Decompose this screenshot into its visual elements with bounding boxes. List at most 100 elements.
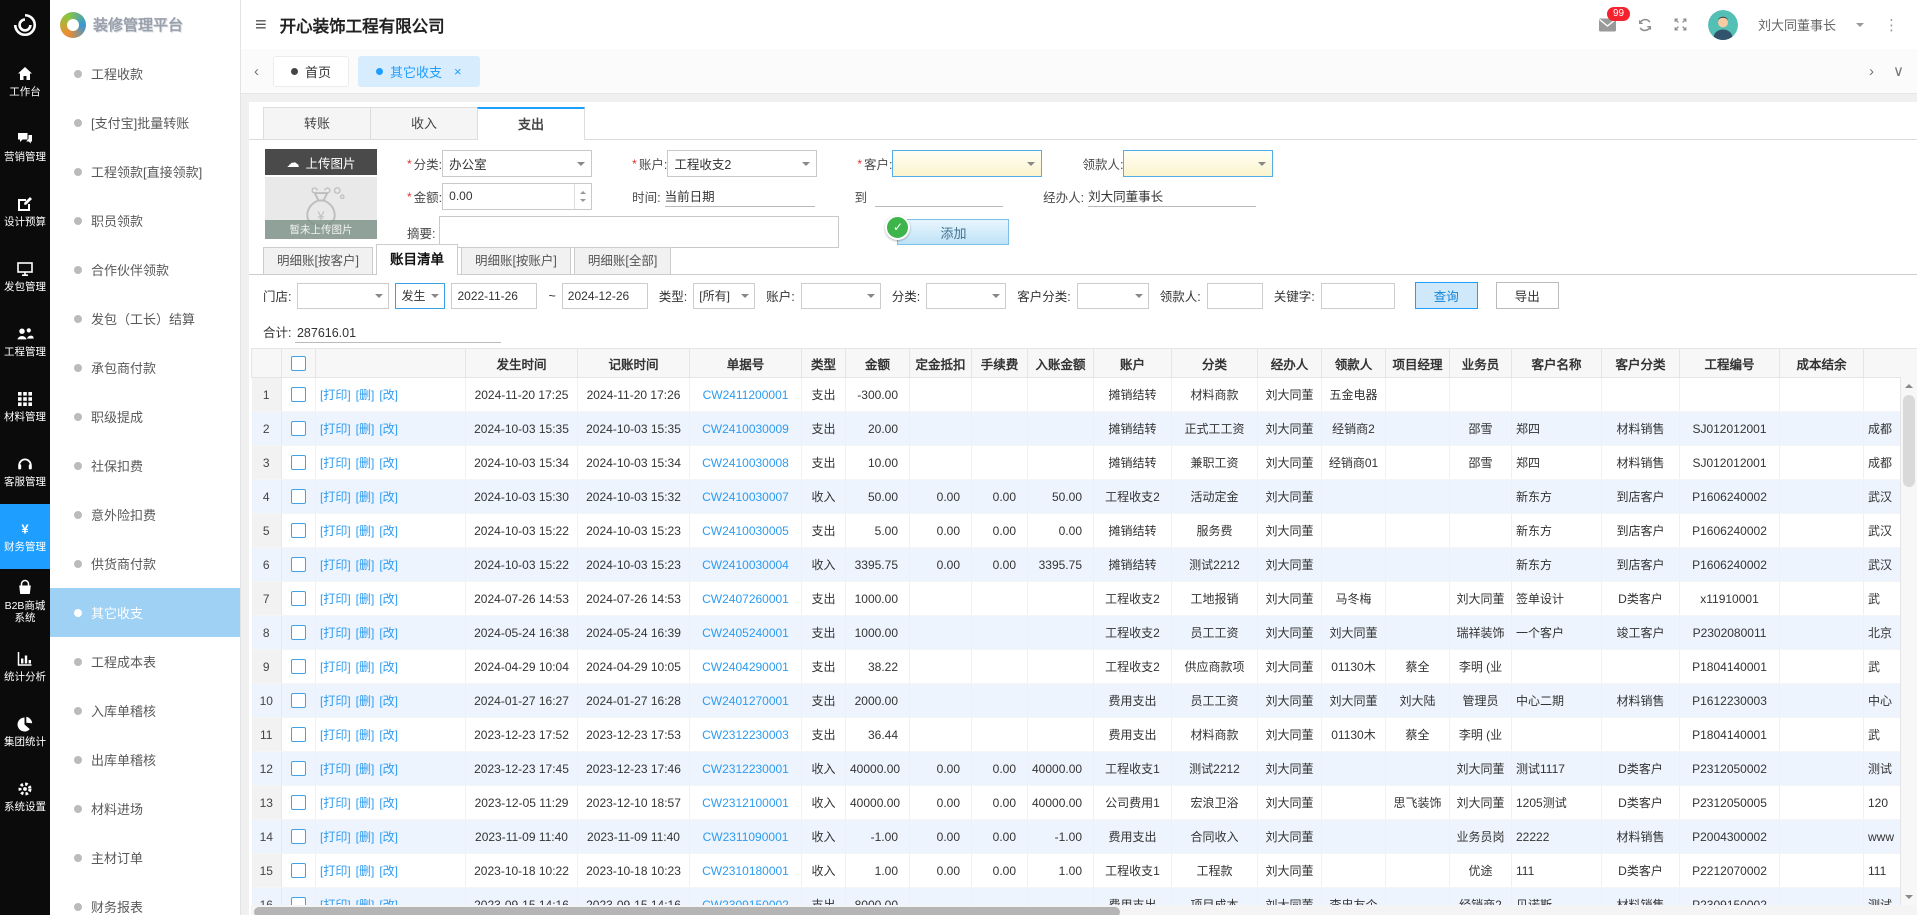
edit-link[interactable]: [改] xyxy=(379,524,398,538)
row-checkbox[interactable] xyxy=(291,557,306,572)
row-checkbox[interactable] xyxy=(291,421,306,436)
delete-link[interactable]: [删] xyxy=(356,796,375,810)
table-row[interactable]: 11[打印][删][改]2023-12-23 17:522023-12-23 1… xyxy=(252,718,1917,752)
tabs-menu-caret-icon[interactable]: ∨ xyxy=(1888,62,1909,80)
row-checkbox[interactable] xyxy=(291,523,306,538)
doc-number-link[interactable]: CW2312230003 xyxy=(702,728,789,742)
scroll-up-icon[interactable] xyxy=(1901,378,1917,393)
edit-link[interactable]: [改] xyxy=(379,796,398,810)
print-link[interactable]: [打印] xyxy=(320,796,351,810)
menu-item-accident-insurance-deduction[interactable]: 意外险扣费 xyxy=(50,490,240,539)
upload-image-button[interactable]: ☁ 上传图片 xyxy=(265,149,377,175)
horizontal-scroll-thumb[interactable] xyxy=(254,907,1120,915)
doc-number-link[interactable]: CW2411200001 xyxy=(703,388,789,402)
edit-link[interactable]: [改] xyxy=(379,864,398,878)
sidebar-module-settings[interactable]: 系统设置 xyxy=(0,764,50,829)
table-row[interactable]: 13[打印][删][改]2023-12-05 11:292023-12-10 1… xyxy=(252,786,1917,820)
table-row[interactable]: 9[打印][删][改]2024-04-29 10:042024-04-29 10… xyxy=(252,650,1917,684)
row-checkbox[interactable] xyxy=(291,591,306,606)
sidebar-module-b2b-mall[interactable]: B2B商城系统 xyxy=(0,569,50,634)
payee-select[interactable] xyxy=(1123,150,1273,177)
doc-number-link[interactable]: CW2410030007 xyxy=(702,490,789,504)
print-link[interactable]: [打印] xyxy=(320,728,351,742)
delete-link[interactable]: [删] xyxy=(356,830,375,844)
doc-number-link[interactable]: CW2410030004 xyxy=(702,558,789,572)
row-checkbox[interactable] xyxy=(291,489,306,504)
delete-link[interactable]: [删] xyxy=(356,898,375,905)
table-row[interactable]: 15[打印][删][改]2023-10-18 10:222023-10-18 1… xyxy=(252,854,1917,888)
print-link[interactable]: [打印] xyxy=(320,898,351,905)
tabs-scroll-right-icon[interactable]: › xyxy=(1864,63,1879,80)
scroll-down-icon[interactable] xyxy=(1901,889,1917,904)
row-checkbox[interactable] xyxy=(291,863,306,878)
delete-link[interactable]: [删] xyxy=(356,490,375,504)
menu-item-project-receipts[interactable]: 工程收款 xyxy=(50,49,240,98)
print-link[interactable]: [打印] xyxy=(320,762,351,776)
delete-link[interactable]: [删] xyxy=(356,456,375,470)
ttab-detail-by-customer[interactable]: 明细账[按客户] xyxy=(263,247,373,274)
table-row[interactable]: 3[打印][删][改]2024-10-03 15:342024-10-03 15… xyxy=(252,446,1917,480)
sidebar-module-stats[interactable]: 统计分析 xyxy=(0,634,50,699)
table-row[interactable]: 4[打印][删][改]2024-10-03 15:302024-10-03 15… xyxy=(252,480,1917,514)
category-select[interactable]: 办公室 xyxy=(442,150,592,177)
doc-number-link[interactable]: CW2312100001 xyxy=(702,796,789,810)
vertical-scroll-thumb[interactable] xyxy=(1903,395,1915,487)
table-row[interactable]: 12[打印][删][改]2023-12-23 17:452023-12-23 1… xyxy=(252,752,1917,786)
table-row[interactable]: 14[打印][删][改]2023-11-09 11:402023-11-09 1… xyxy=(252,820,1917,854)
table-row[interactable]: 10[打印][删][改]2024-01-27 16:272024-01-27 1… xyxy=(252,684,1917,718)
menu-item-rank-commission[interactable]: 职级提成 xyxy=(50,392,240,441)
date-to-input[interactable]: 2024-12-26 xyxy=(562,283,648,309)
date-from-input[interactable]: 2022-11-26 xyxy=(451,283,537,309)
sidebar-module-engineering[interactable]: 工程管理 xyxy=(0,309,50,374)
time-type-select[interactable]: 发生 xyxy=(395,283,445,309)
menu-item-finance-report[interactable]: 财务报表 xyxy=(50,882,240,915)
menu-item-outbound-audit[interactable]: 出库单稽核 xyxy=(50,735,240,784)
delete-link[interactable]: [删] xyxy=(356,694,375,708)
doc-number-link[interactable]: CW2405240001 xyxy=(702,626,789,640)
app-logo[interactable] xyxy=(0,0,50,49)
table-row[interactable]: 7[打印][删][改]2024-07-26 14:532024-07-26 14… xyxy=(252,582,1917,616)
user-name[interactable]: 刘大同董事长 xyxy=(1758,15,1836,34)
delete-link[interactable]: [删] xyxy=(356,626,375,640)
doc-number-link[interactable]: CW2312230001 xyxy=(702,762,789,776)
edit-link[interactable]: [改] xyxy=(379,626,398,640)
time-field[interactable]: 当前日期 xyxy=(665,186,815,207)
account-select[interactable] xyxy=(801,283,881,309)
print-link[interactable]: [打印] xyxy=(320,490,351,504)
sidebar-module-group-stats[interactable]: 集团统计 xyxy=(0,699,50,764)
account-select[interactable]: 工程收支2 xyxy=(667,150,817,177)
delete-link[interactable]: [删] xyxy=(356,388,375,402)
vertical-scrollbar[interactable] xyxy=(1900,377,1917,905)
edit-link[interactable]: [改] xyxy=(379,422,398,436)
tabs-scroll-left-icon[interactable]: ‹ xyxy=(249,63,264,80)
sidebar-module-design-budget[interactable]: 设计预算 xyxy=(0,179,50,244)
add-button[interactable]: ✓ 添加 xyxy=(897,219,1009,245)
edit-link[interactable]: [改] xyxy=(379,762,398,776)
doc-number-link[interactable]: CW2309150002 xyxy=(702,898,789,906)
print-link[interactable]: [打印] xyxy=(320,694,351,708)
print-link[interactable]: [打印] xyxy=(320,422,351,436)
ttab-account-list[interactable]: 账目清单 xyxy=(376,244,458,275)
print-link[interactable]: [打印] xyxy=(320,830,351,844)
tab-home[interactable]: 首页 xyxy=(273,56,349,87)
edit-link[interactable]: [改] xyxy=(379,456,398,470)
print-link[interactable]: [打印] xyxy=(320,388,351,402)
menu-item-material-entry[interactable]: 材料进场 xyxy=(50,784,240,833)
edit-link[interactable]: [改] xyxy=(379,830,398,844)
menu-item-main-material-order[interactable]: 主材订单 xyxy=(50,833,240,882)
print-link[interactable]: [打印] xyxy=(320,558,351,572)
table-row[interactable]: 6[打印][删][改]2024-10-03 15:222024-10-03 15… xyxy=(252,548,1917,582)
menu-item-alipay-batch-transfer[interactable]: [支付宝]批量转账 xyxy=(50,98,240,147)
row-checkbox[interactable] xyxy=(291,387,306,402)
edit-link[interactable]: [改] xyxy=(379,558,398,572)
row-checkbox[interactable] xyxy=(291,455,306,470)
select-all-checkbox[interactable] xyxy=(291,356,306,371)
keyword-input[interactable] xyxy=(1321,283,1395,309)
print-link[interactable]: [打印] xyxy=(320,864,351,878)
row-checkbox[interactable] xyxy=(291,795,306,810)
tab-close-icon[interactable]: × xyxy=(454,64,462,79)
delete-link[interactable]: [删] xyxy=(356,762,375,776)
edit-link[interactable]: [改] xyxy=(379,592,398,606)
step-up-icon[interactable] xyxy=(580,188,586,194)
refresh-button[interactable] xyxy=(1637,17,1653,33)
